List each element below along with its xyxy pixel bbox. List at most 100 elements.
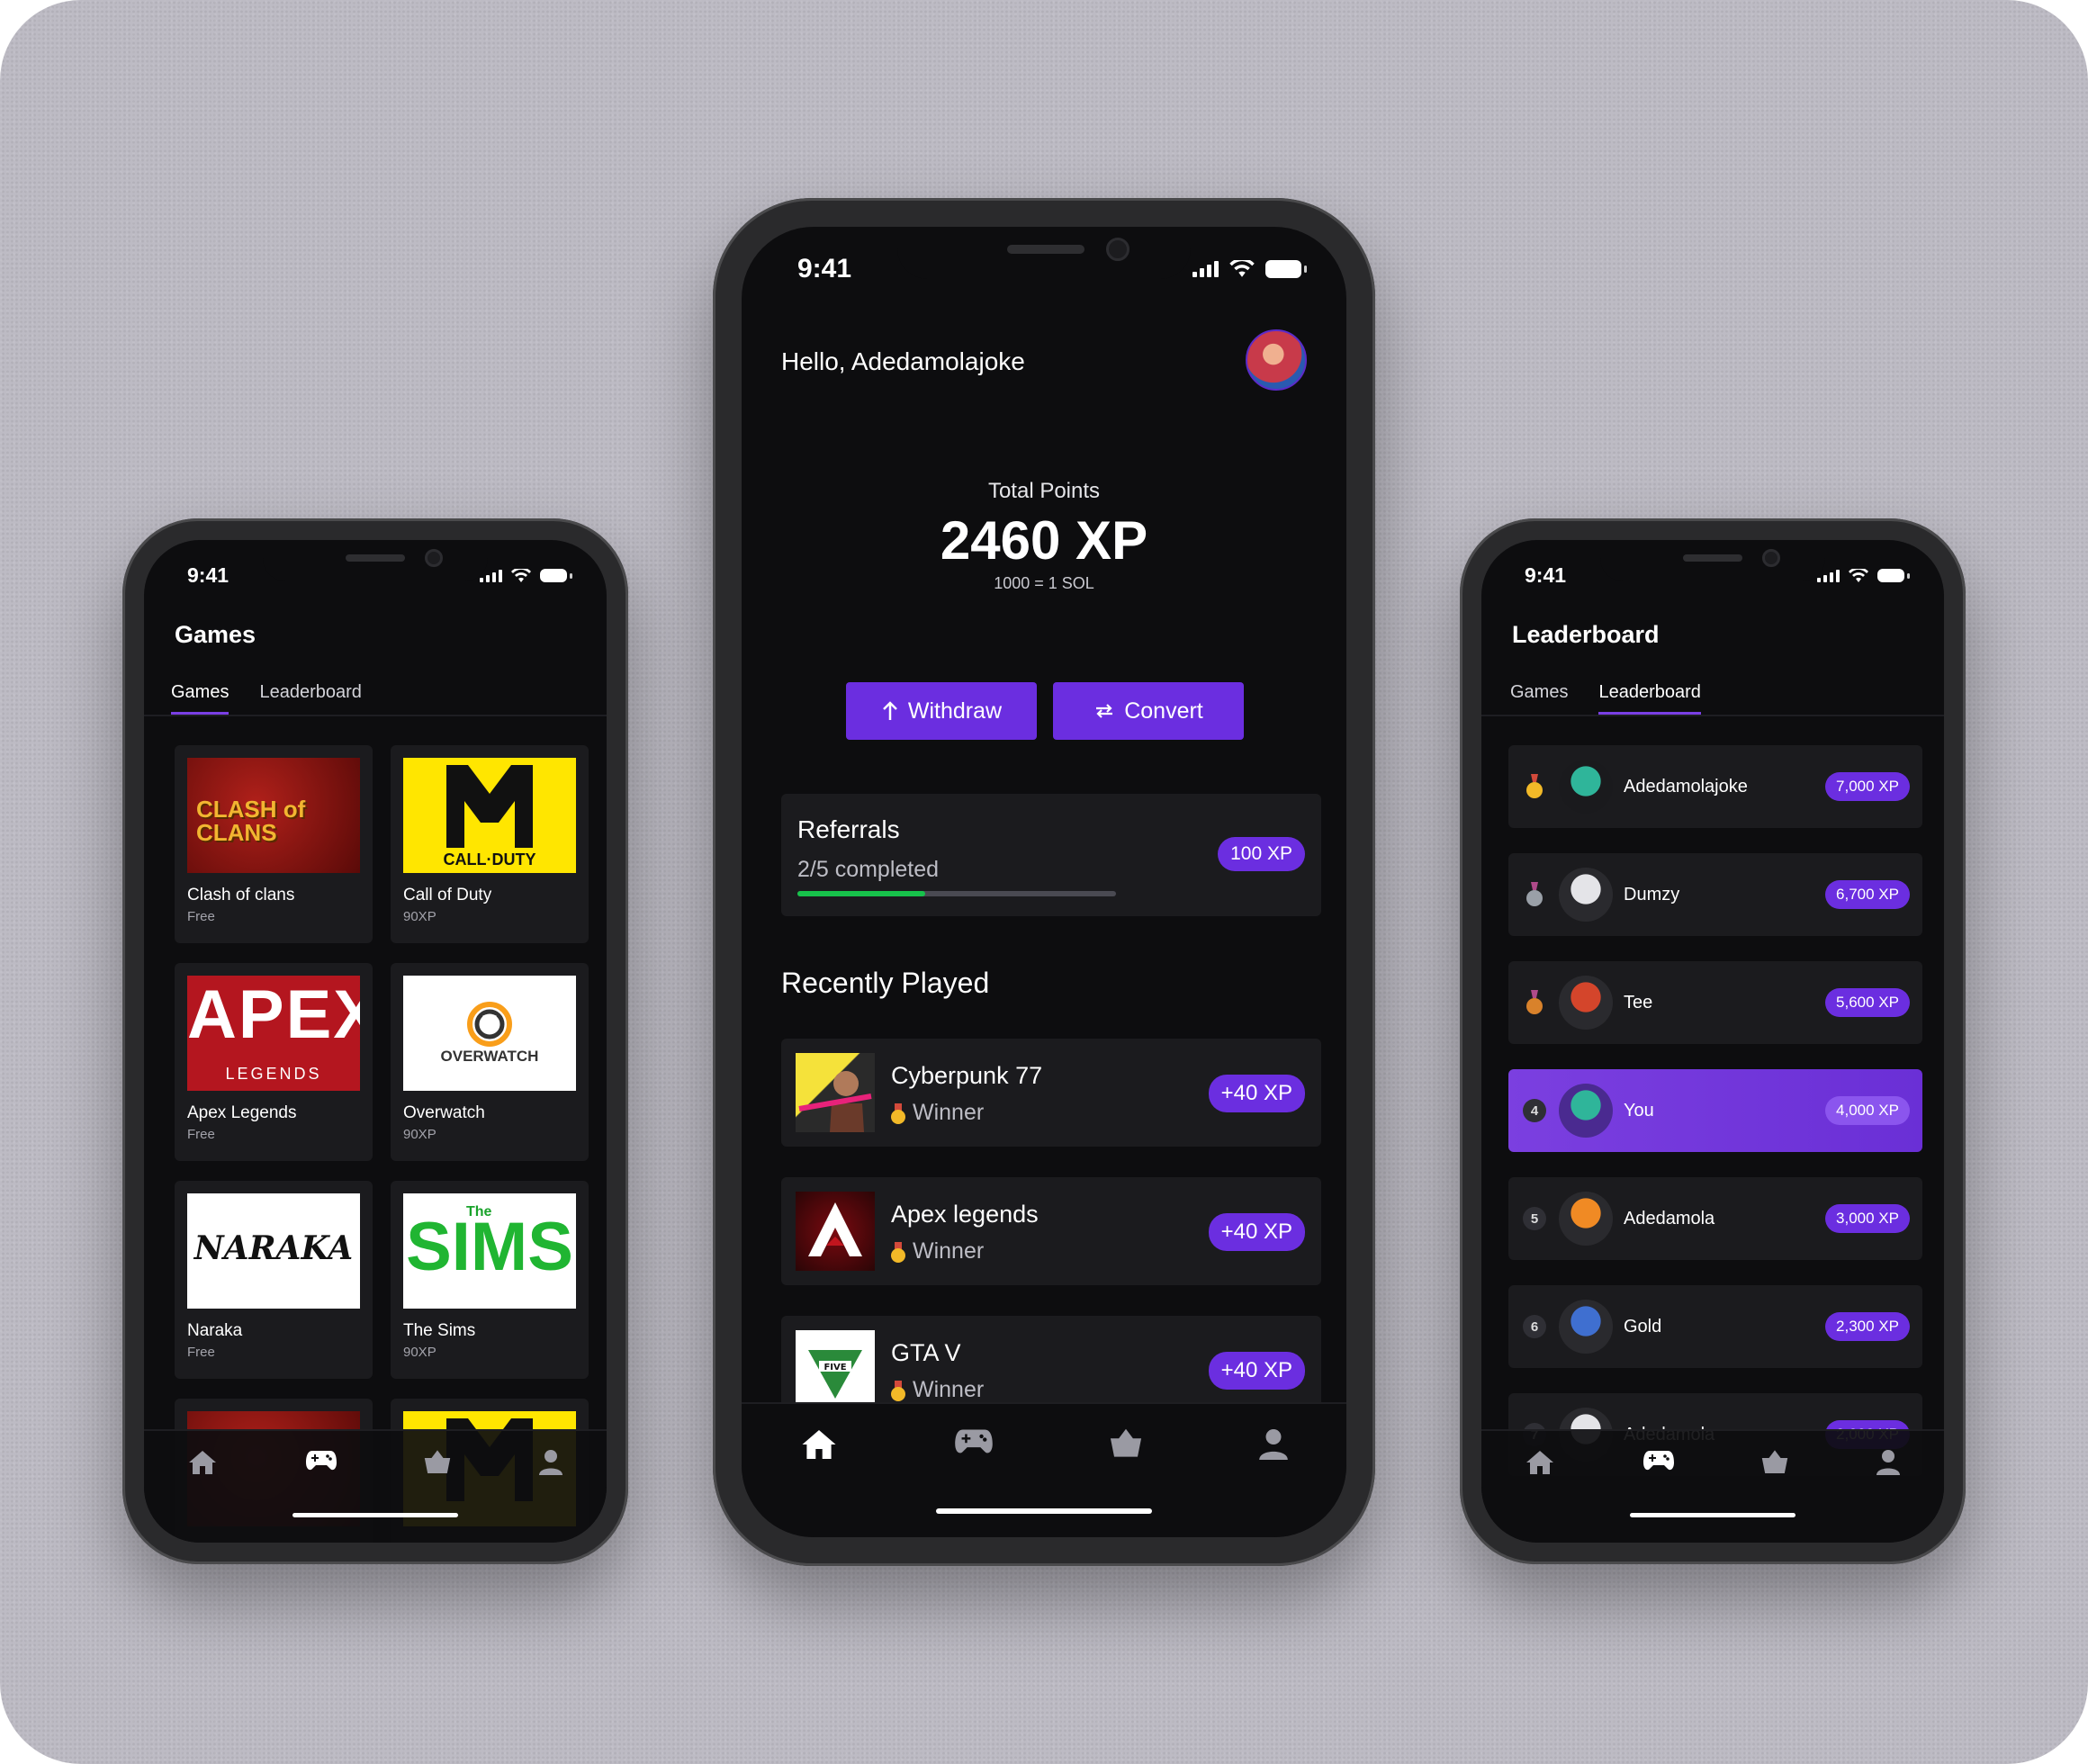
game-price: Free bbox=[187, 1345, 215, 1360]
home-screen: 9:41 Hello, Adedamolajoke Total Points 2… bbox=[742, 227, 1346, 1537]
profile-icon[interactable] bbox=[1258, 1427, 1289, 1462]
silver-medal-icon bbox=[1523, 882, 1546, 906]
home-phone: 9:41 Hello, Adedamolajoke Total Points 2… bbox=[713, 198, 1375, 1566]
home-icon[interactable] bbox=[800, 1427, 838, 1462]
profile-icon[interactable] bbox=[1876, 1449, 1901, 1476]
arrow-up-icon bbox=[883, 701, 897, 720]
game-name: Clash of clans bbox=[187, 886, 295, 904]
recent-game-card[interactable]: Apex legends Winner +40 XP bbox=[781, 1177, 1321, 1285]
game-price: 90XP bbox=[403, 1127, 436, 1142]
battery-icon bbox=[540, 569, 572, 582]
xp-badge: 2,300 XP bbox=[1825, 1312, 1910, 1341]
game-price: Free bbox=[187, 1127, 215, 1142]
game-card-sims[interactable]: The SIMS The Sims 90XP bbox=[391, 1181, 589, 1379]
signal-icon bbox=[480, 569, 502, 582]
rank-number: 6 bbox=[1523, 1315, 1546, 1338]
referrals-progress-fill bbox=[797, 891, 925, 896]
home-icon[interactable] bbox=[187, 1449, 218, 1476]
bottom-tab-bar bbox=[144, 1429, 607, 1543]
basket-icon[interactable] bbox=[1761, 1449, 1788, 1474]
home-indicator bbox=[292, 1513, 458, 1517]
game-card-clash[interactable]: CLASH of CLANS Clash of clans Free bbox=[175, 745, 373, 943]
game-name: Overwatch bbox=[403, 1103, 485, 1122]
avatar bbox=[1559, 1084, 1613, 1138]
withdraw-button[interactable]: Withdraw bbox=[846, 682, 1037, 740]
bottom-tab-bar bbox=[1481, 1429, 1944, 1543]
xp-reward-badge: +40 XP bbox=[1208, 1075, 1305, 1112]
leaderboard-row[interactable]: Adedamolajoke 7,000 XP bbox=[1508, 745, 1922, 828]
game-card-cod[interactable]: CALL·DUTY Call of Duty 90XP bbox=[391, 745, 589, 943]
greeting: Hello, Adedamolajoke bbox=[781, 347, 1025, 375]
tab-games[interactable]: Games bbox=[171, 682, 230, 715]
avatar bbox=[1559, 1300, 1613, 1354]
signal-icon bbox=[1192, 261, 1219, 277]
status-bar: 9:41 bbox=[144, 563, 607, 588]
status-bar: 9:41 bbox=[742, 254, 1346, 284]
leaderboard-row[interactable]: Dumzy 6,700 XP bbox=[1508, 853, 1922, 936]
tab-games[interactable]: Games bbox=[1510, 682, 1568, 715]
leaderboard-row[interactable]: Tee 5,600 XP bbox=[1508, 961, 1922, 1044]
apex-thumbnail bbox=[796, 1192, 875, 1271]
rank-number: 5 bbox=[1523, 1207, 1546, 1230]
player-name: Tee bbox=[1624, 992, 1653, 1012]
status-time: 9:41 bbox=[797, 254, 852, 284]
recently-played-title: Recently Played bbox=[781, 967, 990, 999]
profile-avatar[interactable] bbox=[1246, 329, 1307, 391]
game-title: Apex legends bbox=[891, 1201, 1039, 1228]
bronze-medal-icon bbox=[1523, 990, 1546, 1014]
medal-icon bbox=[891, 1241, 905, 1263]
game-card-overwatch[interactable]: OVERWATCH Overwatch 90XP bbox=[391, 963, 589, 1161]
gamepad-icon[interactable] bbox=[954, 1427, 994, 1456]
leaderboard-row-you[interactable]: 4 You 4,000 XP bbox=[1508, 1069, 1922, 1152]
games-phone: 9:41 Games Games Leaderboard CLASH of CL bbox=[122, 518, 628, 1564]
player-name: Adedamola bbox=[1624, 1208, 1715, 1228]
xp-badge: 5,600 XP bbox=[1825, 988, 1910, 1017]
game-title: Cyberpunk 77 bbox=[891, 1062, 1043, 1089]
xp-badge: 6,700 XP bbox=[1825, 880, 1910, 909]
profile-icon[interactable] bbox=[538, 1449, 563, 1476]
tab-leaderboard[interactable]: Leaderboard bbox=[1598, 682, 1701, 715]
gamepad-icon[interactable] bbox=[305, 1449, 338, 1472]
home-icon[interactable] bbox=[1525, 1449, 1555, 1476]
game-card-naraka[interactable]: NARAKA Naraka Free bbox=[175, 1181, 373, 1379]
bottom-tab-bar bbox=[742, 1402, 1346, 1537]
referrals-progress-text: 2/5 completed bbox=[797, 857, 940, 882]
tab-leaderboard[interactable]: Leaderboard bbox=[259, 682, 361, 715]
avatar bbox=[1559, 1192, 1613, 1246]
wifi-icon bbox=[1849, 568, 1868, 582]
game-status: Winner bbox=[891, 1377, 984, 1403]
game-card-apex[interactable]: APEX LEGENDS Apex Legends Free bbox=[175, 963, 373, 1161]
xp-reward-badge: +40 XP bbox=[1208, 1352, 1305, 1390]
convert-button[interactable]: Convert bbox=[1053, 682, 1244, 740]
xp-badge: 7,000 XP bbox=[1825, 772, 1910, 801]
referrals-title: Referrals bbox=[797, 815, 900, 843]
gta-v-thumbnail: FIVE bbox=[796, 1330, 875, 1409]
battery-icon bbox=[1877, 569, 1910, 582]
referral-reward-badge: 100 XP bbox=[1218, 837, 1305, 871]
swap-icon bbox=[1096, 704, 1113, 718]
player-name: Adedamolajoke bbox=[1624, 776, 1748, 796]
gamepad-icon[interactable] bbox=[1642, 1449, 1675, 1472]
basket-icon[interactable] bbox=[424, 1449, 451, 1474]
avatar bbox=[1559, 760, 1613, 814]
player-name: Dumzy bbox=[1624, 884, 1680, 904]
referrals-card[interactable]: Referrals 2/5 completed 100 XP bbox=[781, 794, 1321, 916]
xp-badge: 3,000 XP bbox=[1825, 1204, 1910, 1233]
game-status: Winner bbox=[891, 1238, 984, 1264]
game-status: Winner bbox=[891, 1100, 984, 1126]
home-indicator bbox=[1630, 1513, 1796, 1517]
clash-of-clans-art: CLASH of CLANS bbox=[187, 758, 360, 873]
xp-badge: 4,000 XP bbox=[1825, 1096, 1910, 1125]
leaderboard-row[interactable]: 6 Gold 2,300 XP bbox=[1508, 1285, 1922, 1368]
conversion-rate: 1000 = 1 SOL bbox=[994, 574, 1094, 592]
status-time: 9:41 bbox=[1525, 563, 1567, 587]
call-of-duty-art: CALL·DUTY bbox=[403, 758, 576, 873]
showcase-background: 9:41 Games Games Leaderboard CLASH of CL bbox=[0, 0, 2088, 1764]
wifi-icon bbox=[1229, 260, 1255, 277]
status-time: 9:41 bbox=[187, 563, 230, 587]
recent-game-card[interactable]: Cyberpunk 77 Winner +40 XP bbox=[781, 1039, 1321, 1147]
games-screen: 9:41 Games Games Leaderboard CLASH of CL bbox=[144, 540, 607, 1543]
leaderboard-row[interactable]: 5 Adedamola 3,000 XP bbox=[1508, 1177, 1922, 1260]
medal-icon bbox=[891, 1102, 905, 1124]
basket-icon[interactable] bbox=[1110, 1427, 1142, 1458]
